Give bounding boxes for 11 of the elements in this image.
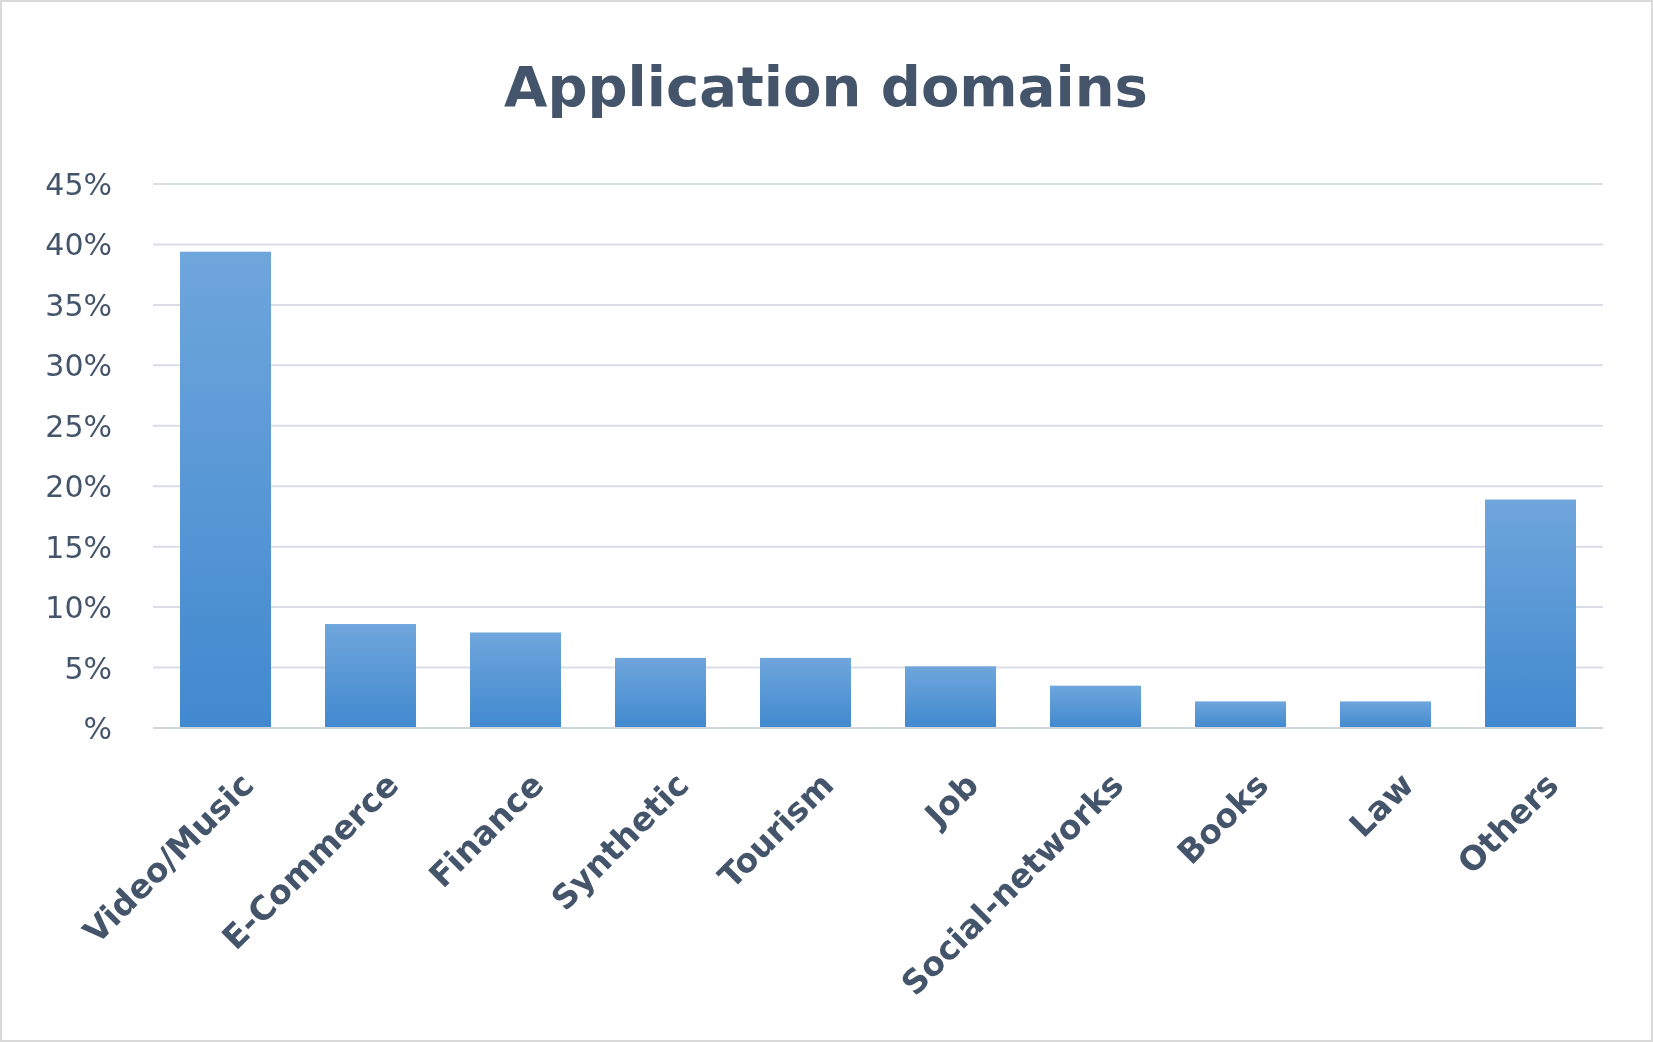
y-tick-label: 5% (64, 650, 112, 686)
y-tick-label: 10% (45, 590, 112, 626)
y-tick-label: 30% (45, 348, 112, 384)
y-tick-label: % (83, 711, 112, 746)
y-tick-label: 25% (45, 408, 112, 444)
y-tick-label: 20% (45, 469, 112, 505)
y-tick-label: 35% (45, 287, 112, 323)
chart-title: Application domains (504, 54, 1148, 119)
y-tick-label: 40% (45, 227, 112, 263)
y-tick-label: 45% (45, 167, 112, 202)
y-tick-label: 15% (45, 529, 112, 565)
